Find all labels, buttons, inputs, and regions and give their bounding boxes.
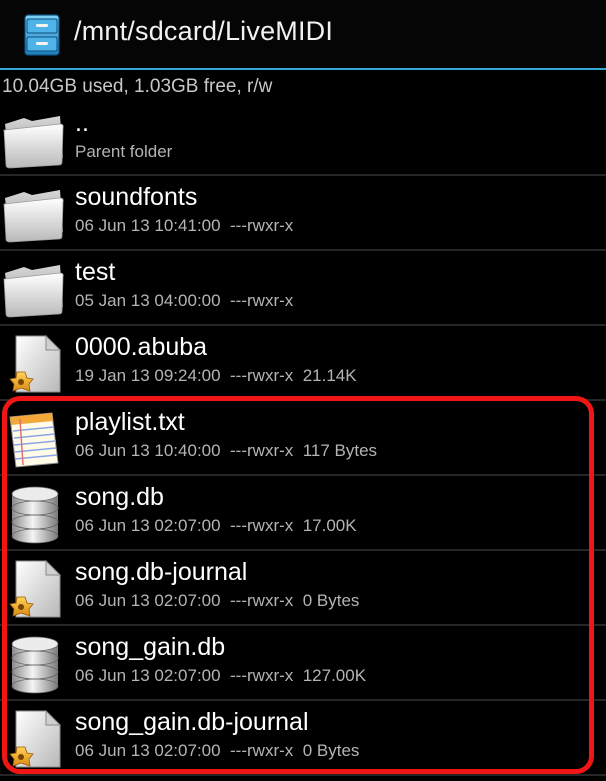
file-name: song_gain.db-journal bbox=[75, 708, 309, 736]
file-row[interactable]: song_gain.db-journal 06 Jun 13 02:07:00 -… bbox=[0, 701, 606, 776]
file-row[interactable]: song.db-journal 06 Jun 13 02:07:00 ---rwx… bbox=[0, 551, 606, 626]
folder-icon bbox=[2, 182, 66, 246]
file-row[interactable]: 0000.abuba 19 Jan 13 09:24:00 ---rwxr-x 2… bbox=[0, 326, 606, 401]
file-row[interactable]: .. Parent folder bbox=[0, 102, 606, 176]
file-row[interactable]: song_gain.db 06 Jun 13 02:07:00 ---rwxr-x… bbox=[0, 626, 606, 701]
folder-icon bbox=[2, 257, 66, 321]
file-info: 06 Jun 13 02:07:00 ---rwxr-x 0 Bytes bbox=[75, 741, 360, 760]
file-info: 05 Jan 13 04:00:00 ---rwxr-x bbox=[75, 291, 294, 310]
file-name: playlist.txt bbox=[75, 408, 185, 436]
file-list: .. Parent folder soundfonts 06 Jun 13 10:41… bbox=[0, 102, 606, 776]
file-info: 19 Jan 13 09:24:00 ---rwxr-x 21.14K bbox=[75, 366, 357, 385]
file-row[interactable]: test 05 Jan 13 04:00:00 ---rwxr-x bbox=[0, 251, 606, 326]
file-info: 06 Jun 13 02:07:00 ---rwxr-x 0 Bytes bbox=[75, 591, 360, 610]
file-name: soundfonts bbox=[75, 183, 198, 211]
file-name: song.db bbox=[75, 483, 164, 511]
file-info: 06 Jun 13 10:40:00 ---rwxr-x 117 Bytes bbox=[75, 441, 378, 460]
file-row[interactable]: song.db 06 Jun 13 02:07:00 ---rwxr-x 17.0… bbox=[0, 476, 606, 551]
database-icon bbox=[2, 482, 66, 546]
unknown-file-icon bbox=[2, 557, 66, 621]
folder-icon bbox=[2, 108, 66, 172]
file-name: song.db-journal bbox=[75, 558, 248, 586]
file-info: Parent folder bbox=[75, 142, 173, 161]
database-icon bbox=[2, 632, 66, 696]
file-name: test bbox=[75, 258, 116, 286]
unknown-file-icon bbox=[2, 332, 66, 396]
file-name: 0000.abuba bbox=[75, 333, 208, 361]
file-row[interactable]: soundfonts 06 Jun 13 10:41:00 ---rwxr-x bbox=[0, 176, 606, 251]
title-bar: /mnt/sdcard/LiveMIDI bbox=[0, 0, 606, 70]
file-name: .. bbox=[75, 109, 89, 137]
storage-status: 10.04GB used, 1.03GB free, r/w bbox=[2, 76, 273, 97]
file-info: 06 Jun 13 02:07:00 ---rwxr-x 17.00K bbox=[75, 516, 357, 535]
file-info: 06 Jun 13 02:07:00 ---rwxr-x 127.00K bbox=[75, 666, 367, 685]
current-path-title: /mnt/sdcard/LiveMIDI bbox=[74, 16, 334, 46]
text-file-icon bbox=[2, 407, 66, 471]
file-manager-drawer-icon[interactable] bbox=[22, 13, 62, 57]
unknown-file-icon bbox=[2, 707, 66, 771]
file-info: 06 Jun 13 10:41:00 ---rwxr-x bbox=[75, 216, 294, 235]
file-row[interactable]: playlist.txt 06 Jun 13 10:40:00 ---rwxr-x… bbox=[0, 401, 606, 476]
file-name: song_gain.db bbox=[75, 633, 226, 661]
